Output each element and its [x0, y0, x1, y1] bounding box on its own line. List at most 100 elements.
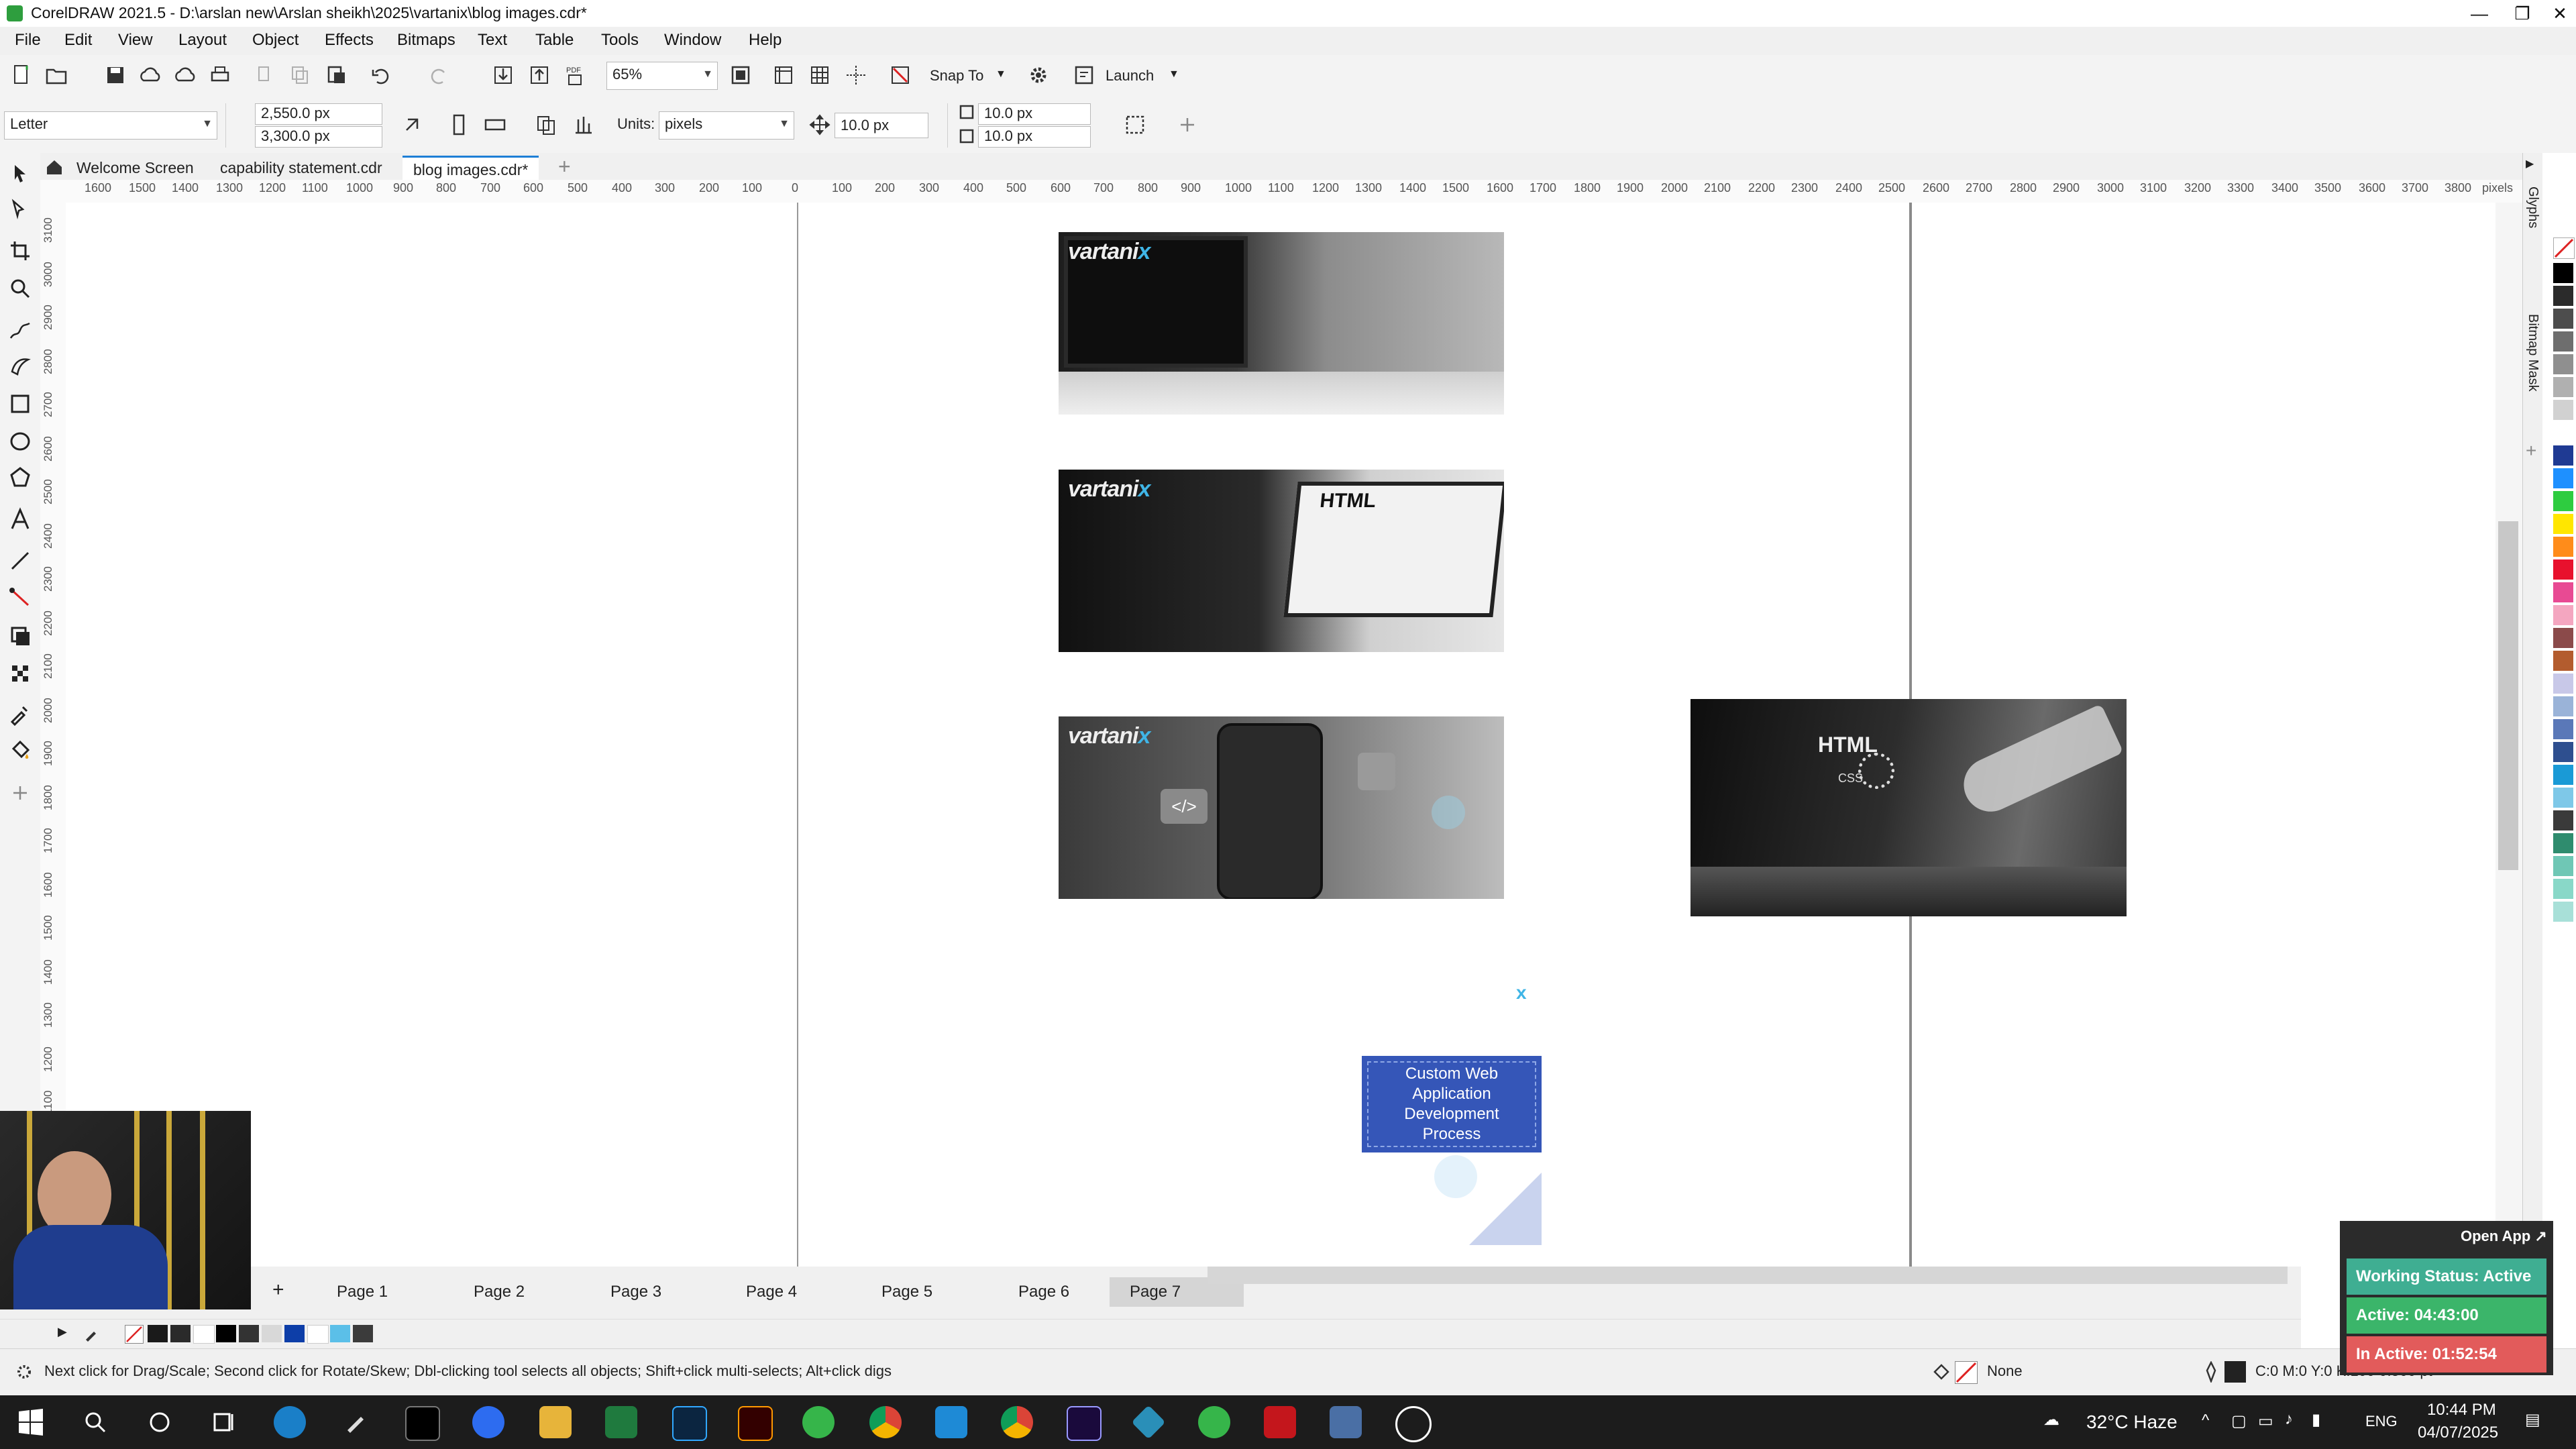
page-tab-1[interactable]: Page 1	[317, 1277, 408, 1307]
rectangle-tool-icon[interactable]	[7, 390, 34, 417]
palette-swatch[interactable]	[2553, 674, 2573, 694]
home-icon[interactable]	[44, 157, 64, 177]
language-indicator[interactable]: ENG	[2365, 1413, 2398, 1430]
docker-tab-glyphs[interactable]: Glyphs	[2523, 186, 2543, 267]
grid-icon[interactable]	[806, 62, 833, 89]
menu-bitmaps[interactable]: Bitmaps	[397, 31, 455, 50]
menu-view[interactable]: View	[118, 31, 153, 50]
tray-app-icon[interactable]: ▢	[2231, 1411, 2247, 1431]
palette-swatch[interactable]	[2553, 833, 2573, 853]
palette-swatch[interactable]	[2553, 810, 2573, 830]
terminal-icon[interactable]	[405, 1406, 440, 1441]
lock-ratio-icon[interactable]	[398, 111, 425, 138]
acrobat-icon[interactable]	[1264, 1406, 1296, 1438]
units-combo[interactable]: pixels ▼	[659, 111, 794, 140]
zoom-full-page-icon[interactable]	[727, 62, 754, 89]
artistic-media-tool-icon[interactable]	[7, 353, 34, 380]
zoom-level-combo[interactable]: 65% ▼	[606, 62, 718, 90]
palette-swatch[interactable]	[2553, 696, 2573, 716]
publish-pdf-icon[interactable]: PDF	[562, 62, 589, 89]
vertical-scrollbar[interactable]	[2496, 203, 2522, 1268]
parallel-dimension-tool-icon[interactable]	[7, 547, 34, 574]
decor-triangle[interactable]	[1469, 1173, 1542, 1245]
launch-label[interactable]: Launch	[1106, 67, 1154, 85]
app-icon[interactable]	[1131, 1405, 1166, 1440]
calculator-icon[interactable]	[1330, 1406, 1362, 1438]
export-icon[interactable]	[526, 62, 553, 89]
zoom-app-icon[interactable]	[472, 1406, 504, 1438]
crop-tool-icon[interactable]	[7, 237, 34, 264]
undo-icon[interactable]	[368, 62, 394, 89]
tab-welcome-screen[interactable]: Welcome Screen	[66, 156, 205, 180]
menu-edit[interactable]: Edit	[64, 31, 92, 50]
page-tab-6[interactable]: Page 6	[998, 1277, 1089, 1307]
clock-date[interactable]: 04/07/2025	[2418, 1424, 2498, 1442]
pick-tool-icon[interactable]	[7, 161, 34, 188]
vartanix-x-mark[interactable]: x	[1516, 982, 1527, 1004]
palette-swatch[interactable]	[2553, 331, 2573, 352]
palette-swatch[interactable]	[2553, 377, 2573, 397]
search-icon[interactable]	[79, 1406, 111, 1438]
palette-swatch[interactable]	[2553, 628, 2573, 648]
new-document-icon[interactable]	[8, 62, 35, 89]
nudge-distance-input[interactable]: 10.0 px	[835, 113, 928, 138]
import-icon[interactable]	[490, 62, 517, 89]
landscape-icon[interactable]	[482, 111, 508, 138]
palette-swatch[interactable]	[2553, 559, 2573, 580]
windows-start-icon[interactable]	[15, 1406, 47, 1438]
palette-swatch[interactable]	[2553, 742, 2573, 762]
cut-icon[interactable]	[252, 62, 279, 89]
show-hidden-icons-icon[interactable]: ^	[2202, 1411, 2209, 1430]
tab-blog-images[interactable]: blog images.cdr*	[402, 156, 539, 182]
drawing-canvas[interactable]: vartanix HTML vartanix </> vartanix HTML…	[66, 203, 2522, 1268]
doc-swatch[interactable]	[148, 1325, 168, 1342]
all-pages-icon[interactable]	[533, 111, 559, 138]
coreldraw-active-icon[interactable]	[1198, 1406, 1230, 1438]
menu-help[interactable]: Help	[749, 31, 782, 50]
zoom-tool-icon[interactable]	[7, 275, 34, 302]
ellipse-tool-icon[interactable]	[7, 428, 34, 455]
fill-none-swatch[interactable]	[1955, 1361, 1978, 1384]
add-tool-plus-icon[interactable]	[7, 780, 34, 806]
doc-swatch[interactable]	[307, 1325, 329, 1344]
photoshop-icon[interactable]	[672, 1406, 707, 1441]
eyedropper-icon[interactable]	[82, 1322, 102, 1342]
outline-color-swatch[interactable]	[2224, 1361, 2246, 1383]
blog-image-1[interactable]: vartanix	[1059, 232, 1504, 415]
palette-swatch[interactable]	[2553, 605, 2573, 625]
redo-icon[interactable]	[425, 62, 452, 89]
palette-swatch[interactable]	[2553, 651, 2573, 671]
new-tab-plus-icon[interactable]: +	[558, 154, 571, 179]
launch-icon[interactable]	[1071, 62, 1097, 89]
drop-shadow-tool-icon[interactable]	[7, 623, 34, 649]
snap-chevron-down-icon[interactable]: ▼	[996, 68, 1006, 80]
print-icon[interactable]	[207, 62, 233, 89]
cloud-upload-icon[interactable]	[137, 62, 164, 89]
page-height-input[interactable]: 3,300.0 px	[255, 126, 382, 148]
palette-swatch[interactable]	[2553, 468, 2573, 488]
interactive-fill-tool-icon[interactable]	[7, 737, 34, 763]
nudge-icon[interactable]	[806, 111, 833, 138]
snap-off-icon[interactable]	[887, 62, 914, 89]
palette-swatch[interactable]	[2553, 354, 2573, 374]
menu-table[interactable]: Table	[535, 31, 574, 50]
palette-swatch[interactable]	[2553, 514, 2573, 534]
page-tab-2[interactable]: Page 2	[453, 1277, 545, 1307]
menu-layout[interactable]: Layout	[178, 31, 227, 50]
cloud-download-icon[interactable]	[172, 62, 199, 89]
weather-icon[interactable]: ☁	[2043, 1410, 2059, 1430]
open-app-link[interactable]: Open App ↗	[2461, 1228, 2547, 1245]
page-size-combo[interactable]: Letter ▼	[4, 111, 217, 140]
transparency-tool-icon[interactable]	[7, 660, 34, 687]
palette-swatch[interactable]	[2553, 537, 2573, 557]
tool-settings-gear-icon[interactable]	[13, 1361, 35, 1383]
volume-icon[interactable]: ♪	[2285, 1410, 2293, 1429]
menu-window[interactable]: Window	[664, 31, 721, 50]
cortana-icon[interactable]	[144, 1406, 176, 1438]
palette-swatch[interactable]	[2553, 765, 2573, 785]
palette-swatch[interactable]	[2553, 719, 2573, 739]
duplicate-distance-x-input[interactable]: 10.0 px	[978, 103, 1091, 125]
palette-swatch[interactable]	[2553, 286, 2573, 306]
palette-swatch[interactable]	[2553, 902, 2573, 922]
doc-swatch[interactable]	[262, 1325, 282, 1342]
